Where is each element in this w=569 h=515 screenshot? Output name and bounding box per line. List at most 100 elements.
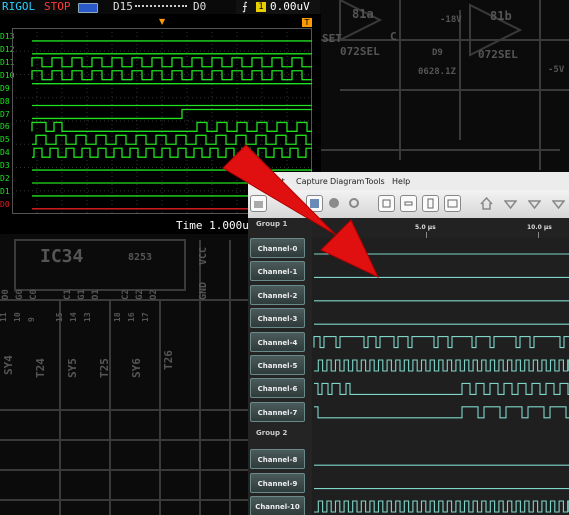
timebase: Time 1.000us: [176, 219, 256, 232]
menu-help[interactable]: Help: [392, 177, 410, 186]
stop-icon[interactable]: [326, 195, 343, 212]
channel-range-start: D15: [113, 0, 133, 13]
bg-label: D9: [432, 48, 443, 58]
menu-bar: ...t Capture Diagram Tools Help: [248, 172, 569, 190]
refresh-icon[interactable]: [346, 195, 363, 212]
channel-button[interactable]: Channel-8: [250, 449, 305, 470]
channel-button[interactable]: Channel-9: [250, 472, 305, 493]
bg-label: 15: [55, 312, 64, 322]
bg-label: IC34: [40, 246, 84, 267]
bg-label: 81a: [352, 7, 374, 21]
toolbar: [248, 190, 569, 219]
scope-brand: RIGOL: [2, 0, 36, 13]
scope-channel-label: D0: [0, 199, 10, 209]
group-label: Group 2: [256, 429, 288, 438]
t-marker: T: [302, 18, 312, 27]
channel-button[interactable]: Channel-4: [250, 331, 305, 352]
bg-label: 072SEL: [478, 48, 518, 61]
bg-label: 072SEL: [340, 45, 380, 58]
menu-capture[interactable]: Capture: [296, 177, 328, 186]
channel-trace: [314, 382, 569, 395]
bg-label: G1: [77, 289, 87, 300]
save-icon[interactable]: [306, 195, 323, 212]
trigger-source: 1: [256, 2, 266, 12]
tick-label: 10.0 µs: [527, 224, 552, 231]
scope-status-bar: RIGOL STOP D15 D0 ⨍ 1 0.00uV: [0, 0, 321, 14]
menu-tools[interactable]: Tools: [365, 177, 385, 186]
bg-label: 10: [13, 312, 22, 322]
channel-sidebar: Group 1 Channel-0 Channel-1 Channel-2 Channe…: [248, 218, 312, 515]
bg-label: 81b: [490, 9, 512, 23]
bg-label: 11: [0, 312, 8, 322]
bg-label: G2: [135, 289, 145, 300]
bg-label: 14: [69, 312, 78, 322]
channel-button[interactable]: Channel-1: [250, 261, 305, 282]
scope-channel-label: D8: [0, 96, 10, 106]
trigger-level: 0.00uV: [270, 0, 310, 13]
marker-icon[interactable]: [502, 195, 519, 212]
scope-trace: [31, 121, 312, 132]
trigger-position-icon: ▼: [159, 17, 166, 26]
open-icon[interactable]: [250, 195, 267, 212]
channel-button[interactable]: Channel-5: [250, 355, 305, 375]
home-icon[interactable]: [478, 195, 495, 212]
channel-button[interactable]: Channel-3: [250, 308, 305, 329]
bg-label: 17: [141, 312, 150, 322]
channel-button[interactable]: Channel-6: [250, 378, 305, 399]
scope-trace: [32, 134, 312, 145]
scope-channel-label: D2: [0, 174, 10, 184]
channel-trace: [313, 336, 569, 349]
logic-analyzer-window: ...t Capture Diagram Tools Help 5.0 µs 1…: [248, 172, 569, 515]
tick-label: 5.0 µs: [415, 224, 436, 231]
bg-label: T26: [162, 350, 175, 370]
bg-label: 8253: [128, 252, 152, 263]
bg-label: T25: [98, 358, 111, 378]
channel-trace: [314, 406, 569, 419]
bg-label: -5V: [548, 65, 565, 75]
scope-channel-label: D1: [0, 187, 10, 196]
bg-label: O1: [91, 289, 101, 300]
bg-label: C1: [63, 289, 73, 300]
channel-trace: [314, 359, 569, 372]
bg-label: C2: [121, 289, 131, 300]
channel-button[interactable]: Channel-0: [250, 238, 305, 258]
bg-label: O0: [1, 289, 11, 300]
bg-label: 0628.1Z: [418, 67, 457, 77]
time-ruler: 5.0 µs 10.0 µs: [312, 218, 569, 238]
menu-diagram[interactable]: Diagram: [330, 177, 364, 186]
rising-edge-icon: ⨍: [242, 0, 248, 13]
bg-label: C0: [29, 289, 39, 300]
scope-trace: [32, 108, 312, 120]
bg-label: 16: [127, 312, 136, 322]
scope-trace: [31, 57, 312, 68]
zoom-fit-icon[interactable]: [422, 195, 439, 212]
channel-button[interactable]: Channel-10: [250, 496, 305, 515]
channel-button[interactable]: Channel-2: [250, 284, 305, 305]
bg-label: GND: [198, 282, 209, 300]
bg-label: SY6: [130, 358, 143, 378]
marker-icon[interactable]: [550, 195, 567, 212]
scope-trace: [32, 147, 312, 158]
channel-range-end: D0: [193, 0, 207, 13]
run-state: STOP: [44, 0, 71, 13]
scope-channel-label: D6: [0, 122, 10, 132]
bg-label: SY4: [2, 355, 15, 375]
menu-file[interactable]: ...t: [274, 177, 285, 186]
bg-label: VCC: [198, 247, 209, 265]
zoom-out-icon[interactable]: [400, 195, 417, 212]
bg-label: T24: [34, 358, 47, 378]
scope-channel-label: D4: [0, 148, 10, 158]
channel-button[interactable]: Channel-7: [250, 401, 305, 422]
bg-label: O2: [149, 289, 159, 300]
bg-label: G0: [15, 289, 25, 300]
bg-label: SY5: [66, 358, 79, 378]
zoom-in-icon[interactable]: [378, 195, 395, 212]
channel-trace: [314, 500, 569, 513]
bg-label: 9: [27, 317, 36, 322]
scope-channel-label: D7: [0, 109, 10, 119]
zoom-original-icon[interactable]: [444, 195, 461, 212]
bg-label: -18V: [440, 15, 462, 25]
scope-channel-label: D5: [0, 135, 10, 145]
bg-label: 13: [83, 312, 92, 322]
marker-icon[interactable]: [526, 195, 543, 212]
